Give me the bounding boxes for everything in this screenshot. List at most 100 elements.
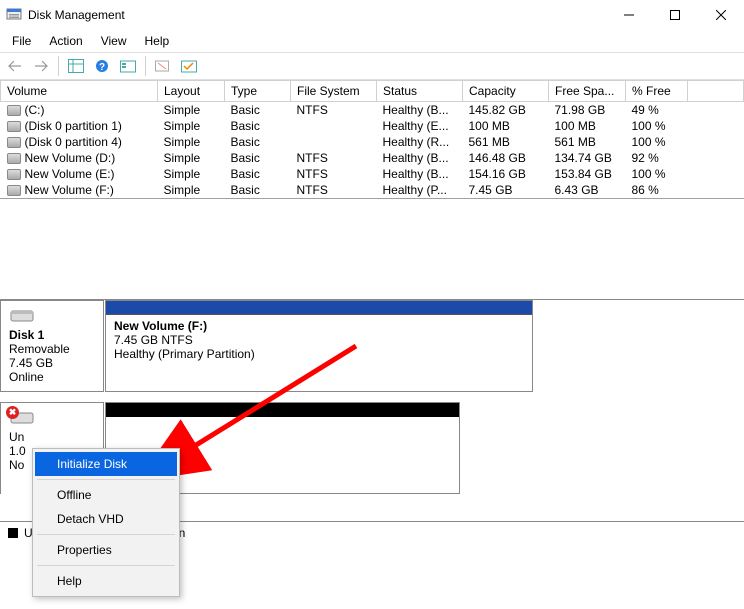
volume-type: Basic: [225, 118, 291, 134]
volume-pct: 100 %: [626, 166, 688, 182]
volume-free: 134.74 GB: [549, 150, 626, 166]
volume-layout: Simple: [158, 150, 225, 166]
partition-status: Healthy (Primary Partition): [114, 347, 524, 361]
drive-icon: [7, 105, 21, 116]
table-row[interactable]: (Disk 0 partition 1)SimpleBasicHealthy (…: [1, 118, 744, 134]
spacer: [688, 166, 744, 182]
col-free-space[interactable]: Free Spa...: [549, 81, 626, 102]
volume-type: Basic: [225, 182, 291, 198]
menu-action[interactable]: Action: [41, 32, 90, 50]
menu-separator: [37, 479, 175, 480]
volume-name: New Volume (F:): [1, 182, 158, 198]
partition-color-bar: [106, 301, 532, 315]
column-headers: Volume Layout Type File System Status Ca…: [1, 81, 744, 102]
menu-separator: [37, 565, 175, 566]
table-row[interactable]: (C:)SimpleBasicNTFSHealthy (B...145.82 G…: [1, 102, 744, 119]
volume-free: 153.84 GB: [549, 166, 626, 182]
drive-icon: [7, 137, 21, 148]
partition-size: 7.45 GB NTFS: [114, 333, 524, 347]
disk-state: Online: [9, 370, 95, 384]
layout-button[interactable]: [65, 55, 87, 77]
volume-free: 561 MB: [549, 134, 626, 150]
disk-removable: Removable: [9, 342, 95, 356]
col-file-system[interactable]: File System: [291, 81, 377, 102]
settings-button[interactable]: [152, 55, 174, 77]
col-spacer: [688, 81, 744, 102]
volume-status: Healthy (B...: [377, 166, 463, 182]
volume-free: 100 MB: [549, 118, 626, 134]
forward-button[interactable]: [30, 55, 52, 77]
col-type[interactable]: Type: [225, 81, 291, 102]
volume-name: (Disk 0 partition 4): [1, 134, 158, 150]
drive-icon: [7, 169, 21, 180]
col-volume[interactable]: Volume: [1, 81, 158, 102]
partition-color-bar: [106, 403, 459, 417]
volume-fs: [291, 118, 377, 134]
menu-view[interactable]: View: [93, 32, 135, 50]
spacer: [688, 150, 744, 166]
volume-pct: 92 %: [626, 150, 688, 166]
volume-fs: NTFS: [291, 150, 377, 166]
volume-fs: NTFS: [291, 102, 377, 119]
disk-text: Un: [9, 430, 95, 444]
table-row[interactable]: New Volume (D:)SimpleBasicNTFSHealthy (B…: [1, 150, 744, 166]
volume-name: (Disk 0 partition 1): [1, 118, 158, 134]
toolbar: ?: [0, 52, 744, 80]
app-icon: [6, 6, 22, 25]
table-row[interactable]: New Volume (F:)SimpleBasicNTFSHealthy (P…: [1, 182, 744, 198]
volume-status: Healthy (B...: [377, 150, 463, 166]
maximize-button[interactable]: [652, 0, 698, 30]
back-button[interactable]: [4, 55, 26, 77]
titlebar: Disk Management: [0, 0, 744, 30]
volume-name: (C:): [1, 102, 158, 119]
toolbar-divider: [145, 56, 146, 76]
table-empty-area: [0, 199, 744, 299]
menu-file[interactable]: File: [4, 32, 39, 50]
volume-pct: 100 %: [626, 134, 688, 150]
col-capacity[interactable]: Capacity: [463, 81, 549, 102]
volume-free: 6.43 GB: [549, 182, 626, 198]
menu-item-initialize-disk[interactable]: Initialize Disk: [35, 452, 177, 476]
volume-status: Healthy (B...: [377, 102, 463, 119]
refresh-button[interactable]: [117, 55, 139, 77]
table-row[interactable]: New Volume (E:)SimpleBasicNTFSHealthy (B…: [1, 166, 744, 182]
menu-item-help[interactable]: Help: [35, 569, 177, 593]
close-button[interactable]: [698, 0, 744, 30]
disk-header[interactable]: Disk 1 Removable 7.45 GB Online: [0, 300, 104, 392]
volume-layout: Simple: [158, 134, 225, 150]
toolbar-divider: [58, 56, 59, 76]
volume-type: Basic: [225, 102, 291, 119]
col-layout[interactable]: Layout: [158, 81, 225, 102]
help-button[interactable]: ?: [91, 55, 113, 77]
col-status[interactable]: Status: [377, 81, 463, 102]
menu-separator: [37, 534, 175, 535]
menu-help[interactable]: Help: [137, 32, 178, 50]
disk-row: Disk 1 Removable 7.45 GB Online New Volu…: [0, 300, 744, 392]
volume-pct: 100 %: [626, 118, 688, 134]
legend-swatch: [8, 528, 18, 538]
disk-size: 7.45 GB: [9, 356, 95, 370]
volume-capacity: 561 MB: [463, 134, 549, 150]
spacer: [688, 182, 744, 198]
disk-icon: [9, 307, 95, 328]
col-pct-free[interactable]: % Free: [626, 81, 688, 102]
volume-table: Volume Layout Type File System Status Ca…: [0, 80, 744, 199]
menu-item-offline[interactable]: Offline: [35, 483, 177, 507]
menu-item-detach-vhd[interactable]: Detach VHD: [35, 507, 177, 531]
drive-icon: [7, 121, 21, 132]
volume-layout: Simple: [158, 182, 225, 198]
partition[interactable]: New Volume (F:) 7.45 GB NTFS Healthy (Pr…: [105, 300, 533, 392]
volume-pct: 49 %: [626, 102, 688, 119]
disk-name: Disk 1: [9, 328, 95, 342]
volume-fs: [291, 134, 377, 150]
table-row[interactable]: (Disk 0 partition 4)SimpleBasicHealthy (…: [1, 134, 744, 150]
volume-type: Basic: [225, 150, 291, 166]
drive-icon: [7, 153, 21, 164]
volume-fs: NTFS: [291, 182, 377, 198]
minimize-button[interactable]: [606, 0, 652, 30]
checklist-button[interactable]: [178, 55, 200, 77]
menubar: File Action View Help: [0, 30, 744, 52]
menu-item-properties[interactable]: Properties: [35, 538, 177, 562]
svg-text:?: ?: [99, 62, 105, 73]
window-title: Disk Management: [28, 8, 125, 22]
